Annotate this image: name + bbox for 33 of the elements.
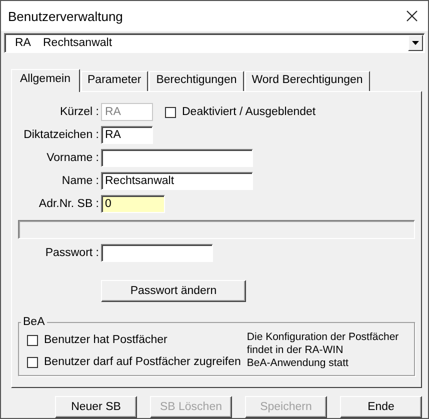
input-field[interactable]: 0 [101,195,165,213]
password-field[interactable] [101,244,213,262]
checkbox-label: Benutzer hat Postfächer [44,334,168,346]
checkbox[interactable] [27,334,38,346]
field-label: Passwort : [44,247,100,259]
field-label: Adr.Nr. SB : [38,198,100,210]
tab[interactable]: Word Berechtigungen [244,71,370,91]
group-title: BeA [22,317,46,328]
field-label: Diktatzeichen : [22,129,100,141]
tab[interactable]: Parameter [80,71,148,91]
dialog-button[interactable]: Neuer SB [55,396,137,418]
input-field[interactable]: Rechtsanwalt [101,172,253,190]
checkbox[interactable] [165,106,176,118]
user-code: RA [14,37,32,49]
tab[interactable]: Berechtigungen [149,71,244,91]
dropdown-button[interactable] [408,35,423,51]
caret-icon [412,41,419,45]
info-text: Die Konfiguration der Postfächer findet in der RA-WIN BeA-Anwendung statt [246,330,399,371]
window-title: Benutzerverwaltung [8,8,123,24]
input-field[interactable]: RA [101,126,153,144]
checkbox-label: Deaktiviert / Ausgeblendet [182,106,316,118]
field-label: Name : [60,175,100,187]
input-field[interactable] [101,149,253,167]
user-dropdown[interactable]: RA Rechtsanwalt [4,33,425,53]
dialog-button[interactable]: Ende [340,396,422,418]
checkbox-label: Benutzer darf auf Postfächer zugreifen [44,356,241,368]
change-password-button[interactable]: Passwort ändern [101,280,246,302]
user-name: Rechtsanwalt [43,37,114,49]
close-icon[interactable] [406,10,418,22]
tab[interactable]: Allgemein [11,69,80,92]
field-label: Vorname : [46,152,100,164]
field-label: Kürzel : [59,106,100,118]
checkbox[interactable] [27,356,38,368]
